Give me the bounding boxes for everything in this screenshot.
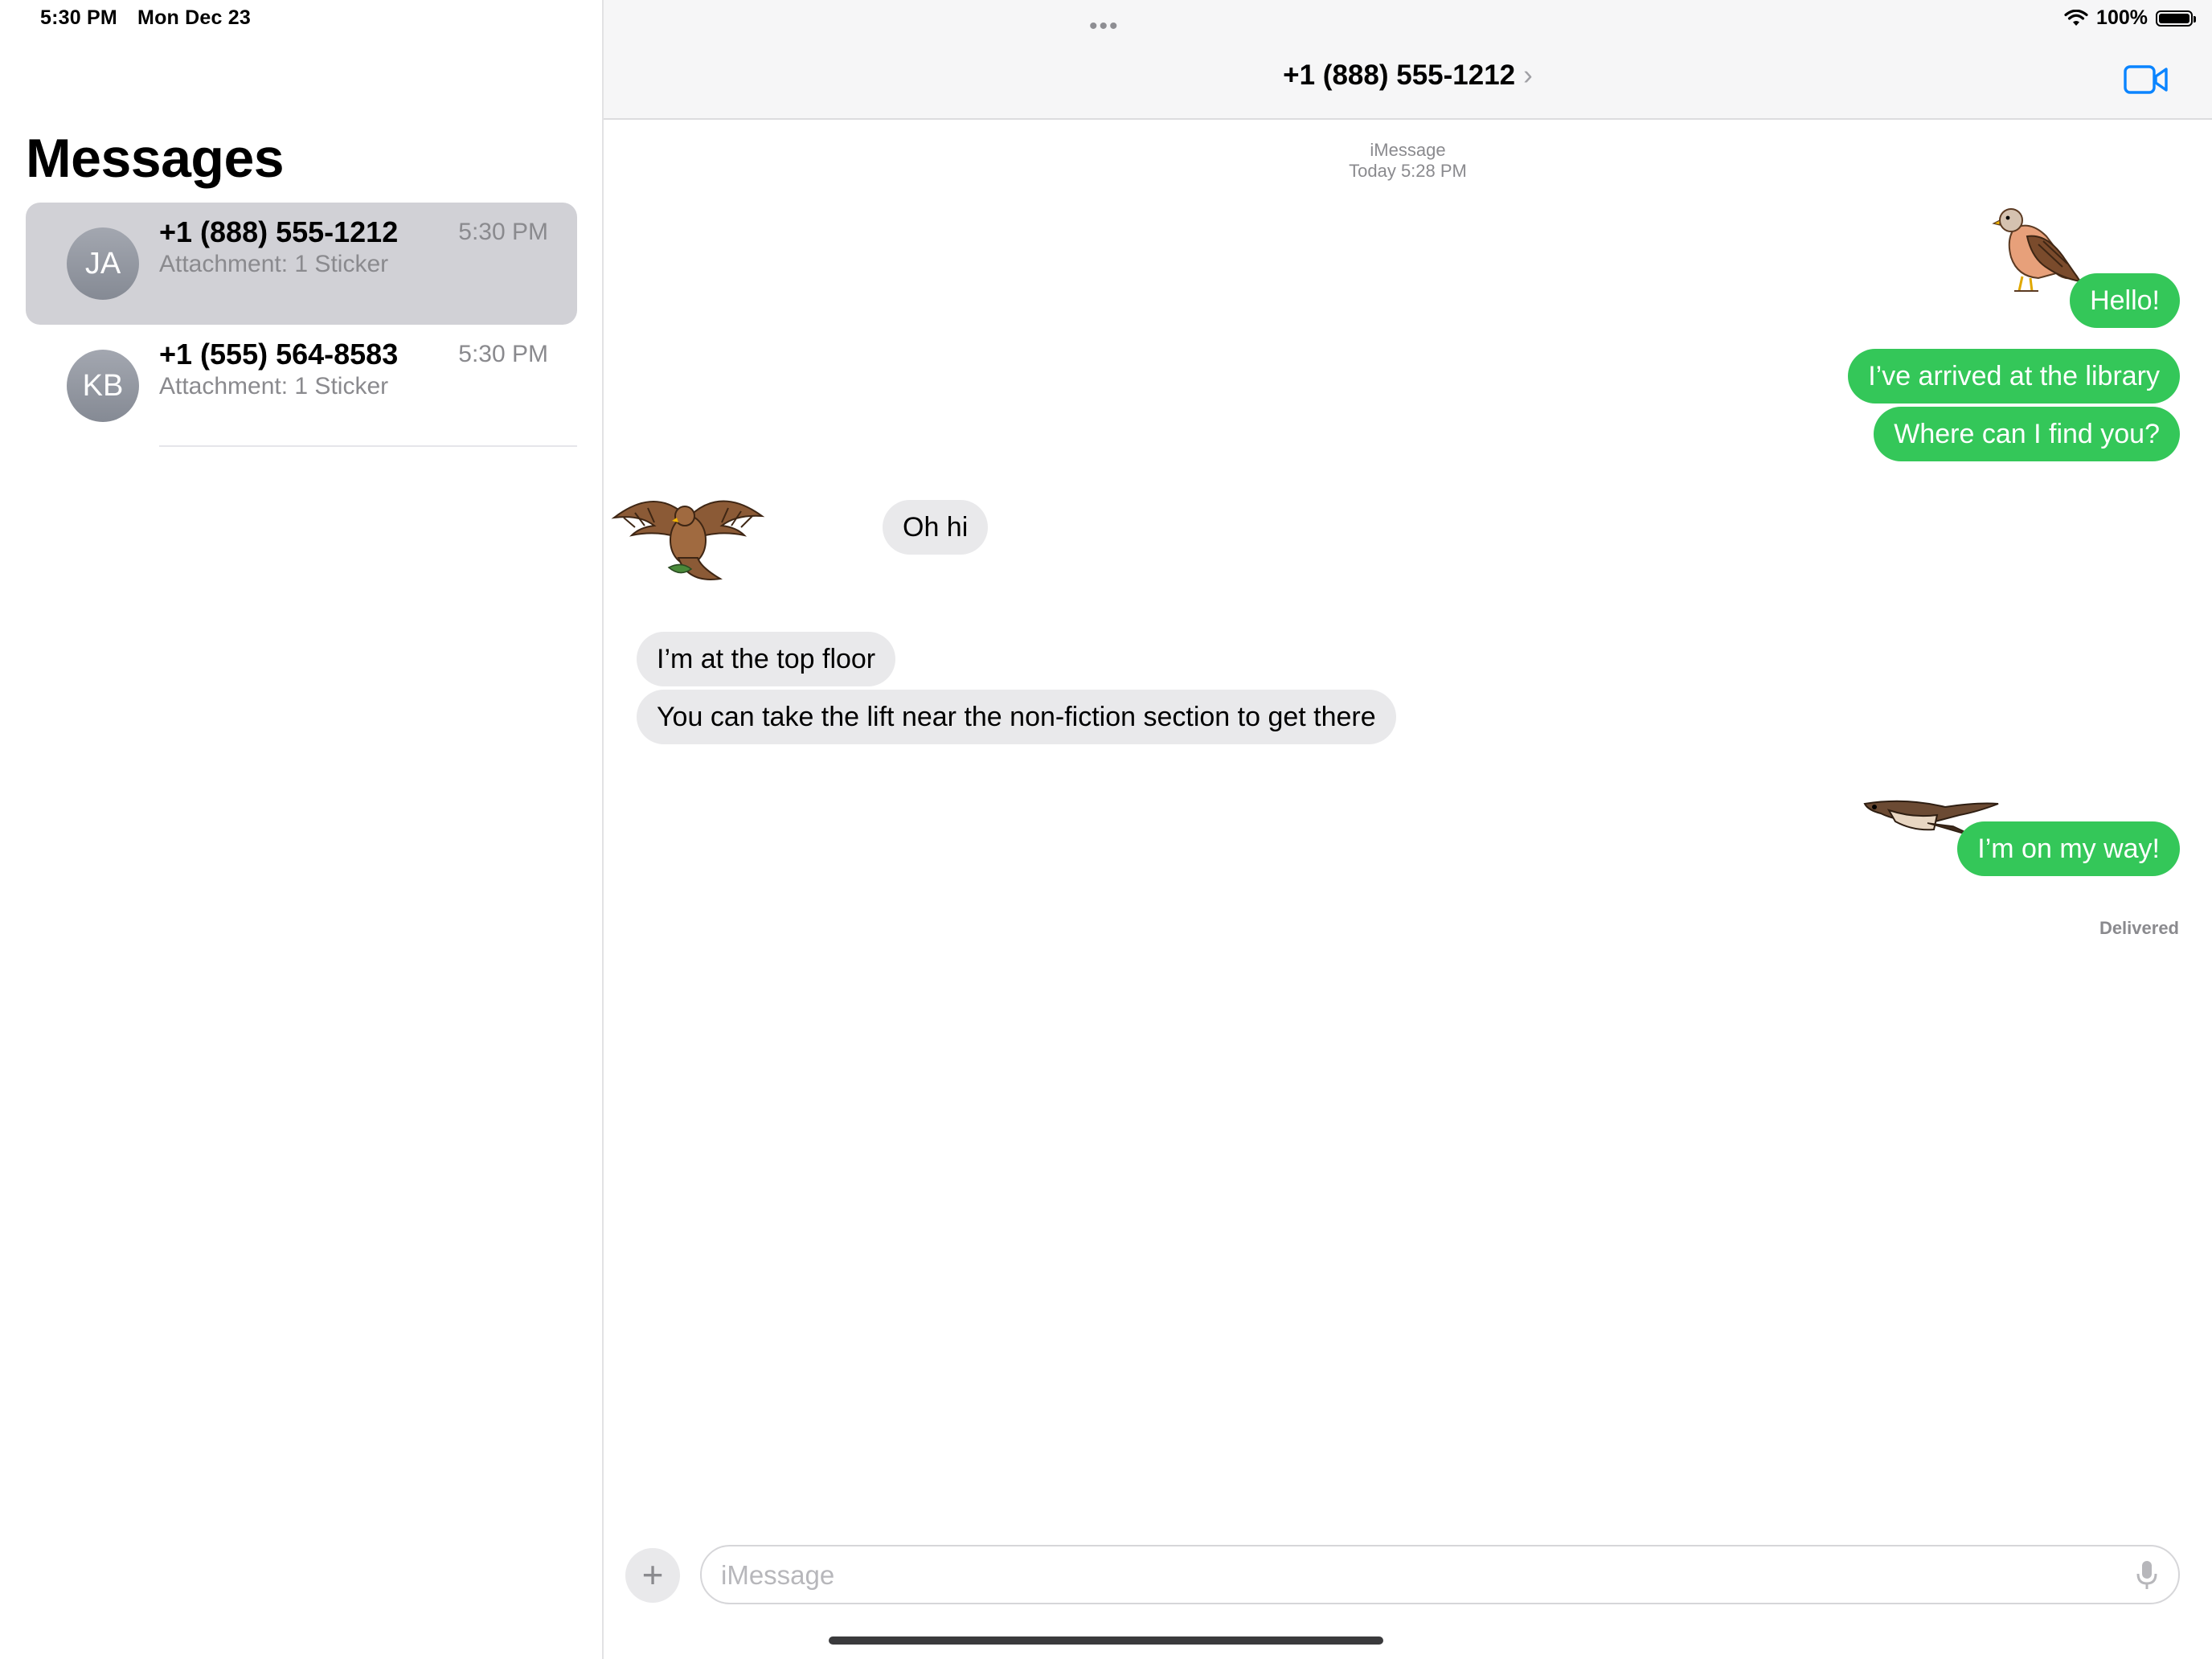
conversation-preview: Attachment: 1 Sticker	[159, 373, 389, 399]
message-bubble-incoming[interactable]: I’m at the top floor	[637, 632, 896, 686]
delivered-status: Delivered	[2099, 918, 2179, 938]
status-bar-left: 5:30 PM Mon Dec 23	[40, 6, 265, 30]
conversation-time: 5:30 PM	[458, 341, 548, 367]
perched-bird-sticker[interactable]	[1982, 204, 2088, 299]
avatar: JA	[67, 227, 139, 300]
hawk-spread-wings-sticker[interactable]	[608, 477, 768, 584]
wifi-icon	[2064, 9, 2088, 26]
conversation-preview: Attachment: 1 Sticker	[159, 251, 389, 277]
conversation-row-555[interactable]: KB +1 (555) 564-8583 5:30 PM Attachment:…	[26, 325, 577, 447]
message-bubble-outgoing[interactable]: I’m on my way!	[1957, 821, 2180, 876]
multitasking-dots-icon[interactable]: •••	[1089, 13, 1120, 40]
conversation-row-888[interactable]: JA +1 (888) 555-1212 5:30 PM Attachment:…	[26, 203, 577, 325]
contact-number[interactable]: +1 (888) 555-1212	[1283, 59, 1515, 91]
status-time: 5:30 PM	[40, 6, 117, 29]
status-bar-right: 100%	[2064, 6, 2196, 30]
conversation-name: +1 (555) 564-8583	[159, 338, 399, 371]
message-input[interactable]: iMessage	[700, 1545, 2180, 1604]
message-bubble-incoming[interactable]: You can take the lift near the non-ficti…	[637, 690, 1396, 744]
message-input-placeholder: iMessage	[721, 1560, 835, 1590]
list-divider	[159, 445, 577, 447]
message-bubble-outgoing[interactable]: Hello!	[2070, 273, 2180, 328]
message-bubble-outgoing[interactable]: I’ve arrived at the library	[1848, 349, 2180, 403]
contact-title[interactable]: +1 (888) 555-1212 ›	[604, 59, 2212, 92]
add-attachment-button[interactable]: +	[625, 1548, 680, 1603]
chevron-right-icon: ›	[1523, 59, 1533, 91]
service-label: iMessage	[1370, 140, 1446, 160]
conversation-name: +1 (888) 555-1212	[159, 215, 399, 248]
sidebar-title: Messages	[26, 128, 285, 189]
facetime-video-icon[interactable]	[2124, 64, 2169, 95]
conversation-time: 5:30 PM	[458, 219, 548, 245]
status-date: Mon Dec 23	[137, 6, 251, 29]
chat-header: ••• 100% +1 (888) 555-1212 ›	[604, 0, 2212, 120]
avatar: KB	[67, 350, 139, 422]
microphone-icon[interactable]	[2136, 1559, 2157, 1591]
message-timestamp: Today 5:28 PM	[1349, 161, 1467, 181]
battery-icon	[2156, 10, 2196, 27]
message-bubble-outgoing[interactable]: Where can I find you?	[1874, 407, 2180, 461]
home-indicator[interactable]	[829, 1636, 1383, 1645]
battery-percent: 100%	[2096, 6, 2148, 29]
conversation-sidebar: 5:30 PM Mon Dec 23 Messages JA +1 (888) …	[0, 0, 604, 1659]
message-bubble-incoming[interactable]: Oh hi	[883, 500, 989, 555]
